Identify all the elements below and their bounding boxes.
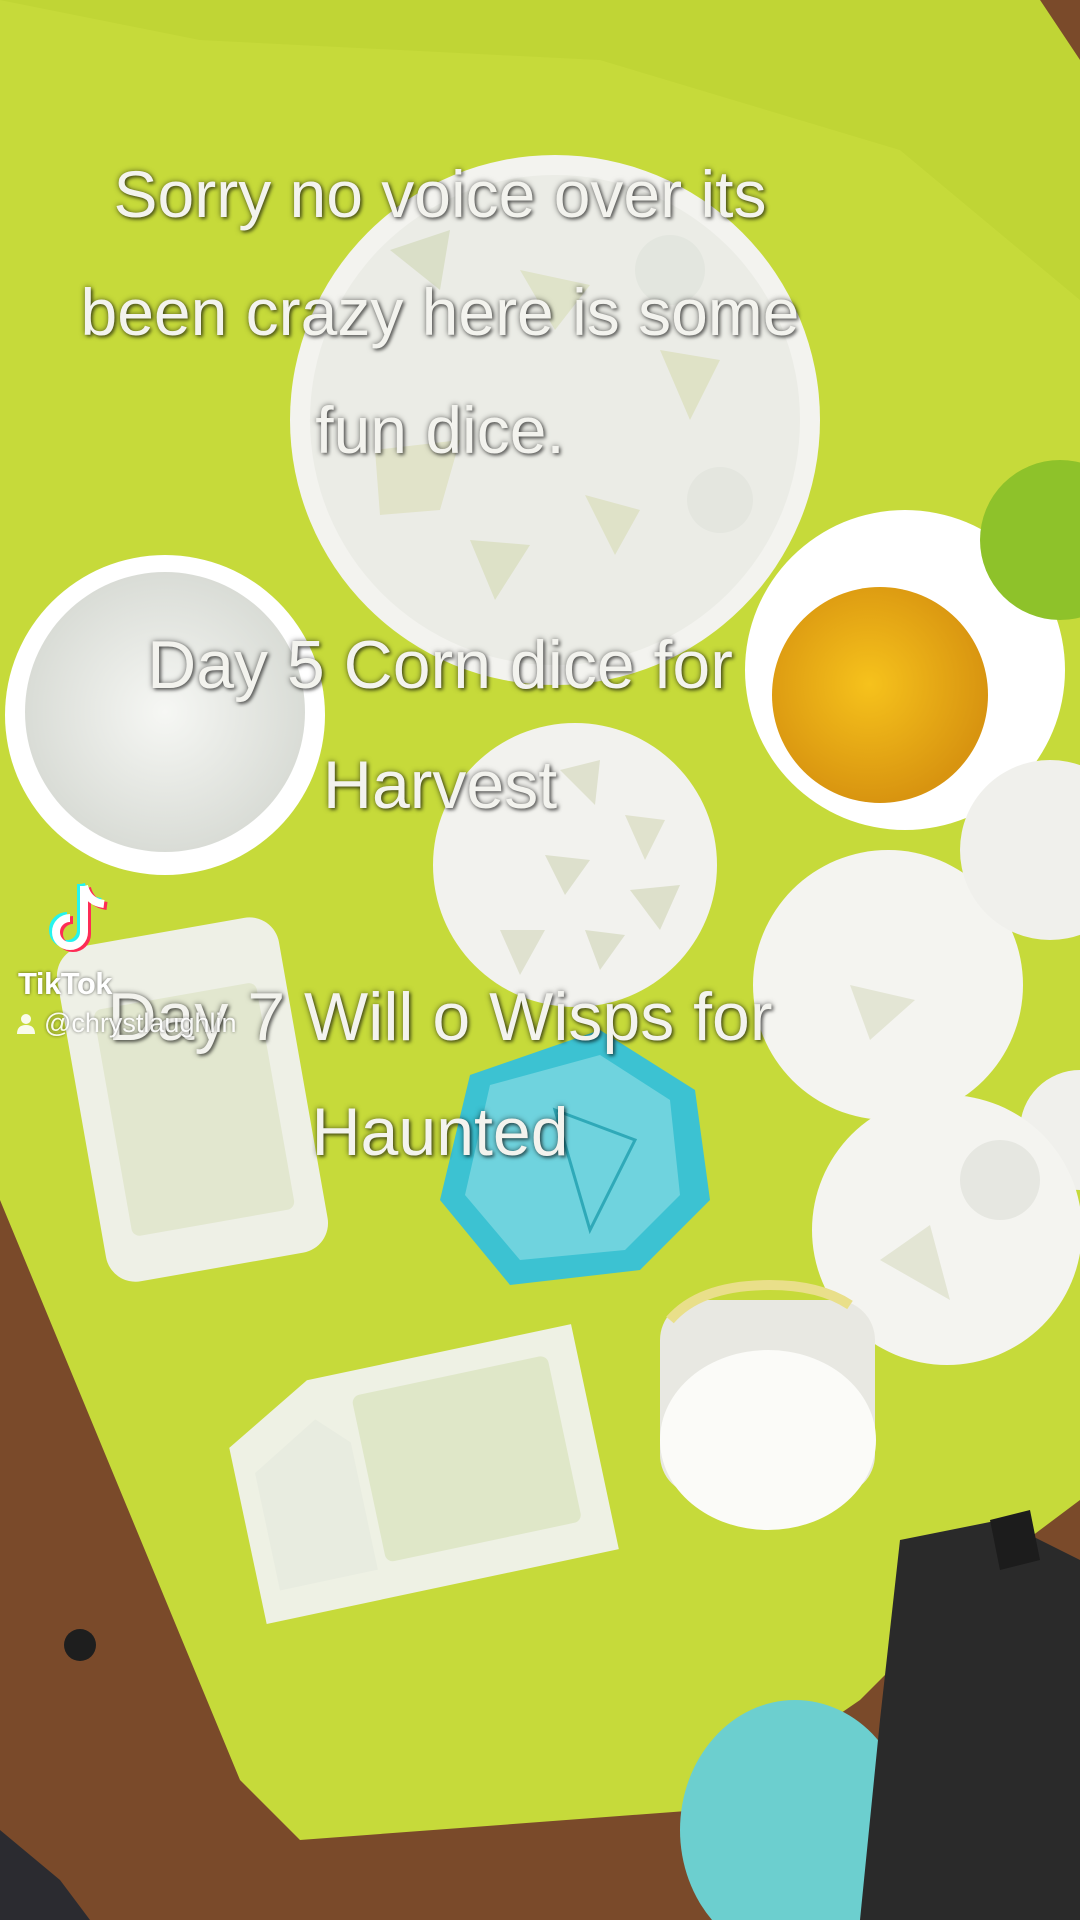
caption-block-intro: Sorry no voice over its been crazy here … (0, 135, 880, 489)
caption-line: Haunted (311, 1094, 569, 1170)
creator-handle: @chrystlaughlin (16, 1008, 237, 1039)
caption-block-day5: Day 5 Corn dice for Harvest (0, 605, 880, 845)
caption-block-day7: Day 7 Will o Wisps for Haunted (0, 960, 880, 1190)
user-icon (17, 1014, 35, 1034)
white-cylinder-mold (660, 1279, 876, 1530)
tiktok-brand-label: TikTok (18, 966, 113, 1001)
creator-handle-text: @chrystlaughlin (44, 1008, 237, 1038)
caption-line: Sorry no voice over its (113, 157, 767, 231)
tiktok-logo-icon (49, 882, 108, 952)
caption-line: Harvest (322, 747, 558, 823)
caption-line: fun dice. (315, 393, 565, 467)
caption-line: been crazy here is some (80, 275, 800, 349)
small-bead (64, 1629, 96, 1661)
caption-line: Day 5 Corn dice for (147, 627, 733, 703)
